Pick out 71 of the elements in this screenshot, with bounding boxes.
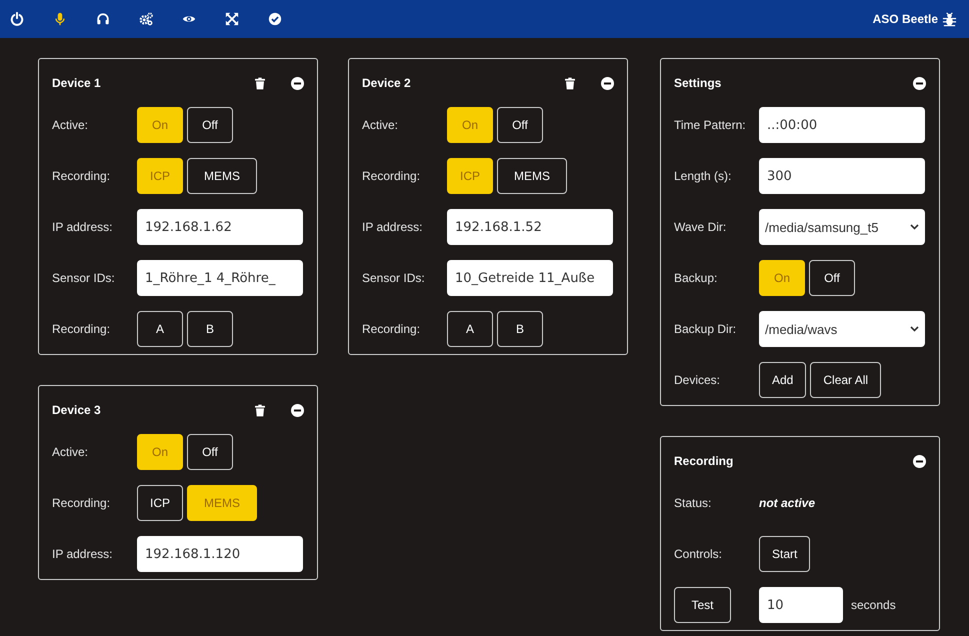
input-field[interactable]: 192.168.1.52 — [447, 209, 613, 245]
field-label: Backup Dir: — [674, 322, 738, 336]
collapse-icon[interactable] — [291, 76, 304, 90]
status-text: not active — [759, 496, 816, 510]
collapse-icon[interactable] — [601, 76, 614, 90]
panel-title: Recording — [674, 454, 734, 468]
headphones-icon[interactable] — [96, 12, 110, 26]
panel-title: Device 3 — [52, 403, 102, 417]
field-label: Active: — [52, 445, 90, 459]
toggle-button[interactable]: MEMS — [187, 158, 258, 194]
panel-title: Settings — [674, 76, 722, 90]
toggle-button[interactable]: Off — [497, 107, 543, 143]
collapse-icon[interactable] — [913, 76, 926, 90]
field-label: Status: — [674, 496, 712, 510]
trash-icon[interactable] — [255, 76, 265, 90]
panel-title: Device 2 — [362, 76, 412, 90]
toggle-button[interactable]: Off — [187, 107, 233, 143]
dropdown[interactable]: /media/wavs — [759, 311, 925, 347]
field-label: Recording: — [362, 322, 422, 336]
field-label: Recording: — [362, 169, 422, 183]
test-button[interactable]: Test — [674, 587, 731, 623]
field-label: Recording: — [52, 169, 112, 183]
input-field[interactable]: 10_Getreide 11_Auße — [447, 260, 613, 296]
toggle-button[interactable]: Off — [809, 260, 855, 296]
action-button[interactable]: A — [137, 311, 183, 347]
input-field[interactable]: 1_Röhre_1 4_Röhre_ — [137, 260, 303, 296]
action-button[interactable]: A — [447, 311, 493, 347]
input-field[interactable]: 192.168.1.62 — [137, 209, 303, 245]
field-label: Sensor IDs: — [52, 271, 116, 285]
field-label: Recording: — [52, 496, 112, 510]
gears-icon[interactable] — [139, 12, 153, 26]
field-label: Recording: — [52, 322, 112, 336]
toggle-button[interactable]: Off — [187, 434, 233, 470]
app-title: ASO Beetle — [872, 12, 938, 26]
toggle-button[interactable]: MEMS — [497, 158, 568, 194]
chevron-down-icon — [910, 326, 919, 332]
microphone-icon[interactable] — [53, 12, 67, 26]
field-label: Sensor IDs: — [362, 271, 426, 285]
bug-icon — [942, 12, 957, 26]
check-circle-icon[interactable] — [268, 12, 282, 26]
dropdown[interactable]: /media/samsung_t5 — [759, 209, 925, 245]
field-label: Active: — [52, 118, 90, 132]
collapse-icon[interactable] — [291, 404, 304, 416]
action-button[interactable]: Add — [759, 362, 806, 398]
duration-field[interactable]: 10 — [759, 587, 843, 623]
action-button[interactable]: B — [187, 311, 233, 347]
field-label: Devices: — [674, 373, 722, 387]
field-label: IP address: — [52, 547, 114, 561]
power-icon[interactable] — [10, 12, 24, 26]
collapse-icon[interactable] — [913, 454, 926, 468]
input-field[interactable]: ..:00:00 — [759, 107, 925, 143]
trash-icon[interactable] — [255, 404, 265, 416]
action-button[interactable]: Start — [759, 536, 810, 572]
chevron-down-icon — [910, 224, 919, 230]
field-label: IP address: — [52, 220, 114, 234]
crossed-arrows-icon[interactable] — [225, 12, 239, 26]
trash-icon[interactable] — [565, 76, 575, 90]
action-button[interactable]: Clear All — [810, 362, 882, 398]
panel-title: Device 1 — [52, 76, 102, 90]
field-label: Wave Dir: — [674, 220, 728, 234]
field-label: Controls: — [674, 547, 724, 561]
field-label: Active: — [362, 118, 400, 132]
field-label: Backup: — [674, 271, 718, 285]
field-label: Length (s): — [674, 169, 732, 183]
action-button[interactable]: B — [497, 311, 543, 347]
unit-label: seconds — [851, 598, 896, 612]
input-field[interactable]: 192.168.1.120 — [137, 536, 303, 572]
field-label: IP address: — [362, 220, 424, 234]
toggle-button[interactable]: ICP — [137, 485, 184, 521]
input-field[interactable]: 300 — [759, 158, 925, 194]
field-label: Time Pattern: — [674, 118, 747, 132]
